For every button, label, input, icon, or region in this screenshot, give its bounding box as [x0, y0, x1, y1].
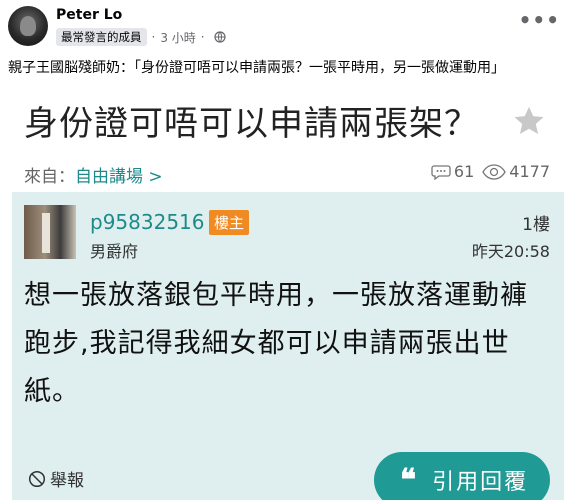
- post-content: 想一張放落銀包平時用，一張放落運動褲跑步,我記得我細女都可以申請兩張出世紙。: [24, 280, 528, 407]
- owner-tag: 樓主: [209, 210, 250, 235]
- board-source: 來自：自由講場 >: [24, 162, 163, 187]
- quote-reply-label: 引用回覆: [432, 470, 529, 495]
- avatar[interactable]: [8, 6, 48, 46]
- forum-title-card: 身份證可唔可以申請兩張架？ 來自：自由講場 > 61 4177: [12, 84, 564, 192]
- star-icon: [512, 104, 546, 138]
- user-avatar: [24, 205, 76, 259]
- author-name[interactable]: Peter Lo: [56, 7, 122, 23]
- forum-screenshot[interactable]: 身份證可唔可以申請兩張架？ 來自：自由講場 > 61 4177 p9583251…: [12, 84, 564, 500]
- post-caption: 親子王國脳殘師奶：「身份證可唔可以申請兩張？一張平時用，另一張做運動用」: [8, 60, 505, 76]
- thread-stats: 61 4177: [431, 162, 550, 181]
- post-meta: 最常發言的成員 · 3 小時 ·: [56, 28, 226, 46]
- post-username: p95832516: [90, 210, 205, 234]
- comment-count: 61: [453, 162, 475, 181]
- globe-icon: [214, 31, 226, 43]
- report-link: 舉報: [28, 466, 84, 491]
- report-label: 舉報: [50, 471, 84, 491]
- from-label: 來自：: [24, 167, 75, 187]
- post-time[interactable]: 3 小時: [160, 29, 195, 46]
- post-header: Peter Lo 最常發言的成員 · 3 小時 · •••: [0, 0, 576, 58]
- floor-number: 1樓: [522, 215, 550, 235]
- member-badge: 最常發言的成員: [56, 28, 147, 46]
- post-timestamp: 昨天20:58: [471, 242, 550, 261]
- meta-separator-2: ·: [200, 30, 205, 44]
- forbidden-icon: [28, 470, 46, 487]
- view-count: 4177: [509, 162, 550, 181]
- comment-icon: [431, 164, 451, 180]
- more-icon[interactable]: •••: [519, 8, 560, 32]
- quote-icon: ❝: [400, 462, 419, 498]
- eye-icon: [482, 163, 507, 180]
- board-link: 自由講場 >: [75, 167, 163, 187]
- user-rank: 男爵府: [90, 242, 139, 261]
- meta-separator: ·: [151, 30, 156, 44]
- thread-title: 身份證可唔可以申請兩張架？: [24, 104, 479, 144]
- first-post: p95832516 樓主 男爵府 1樓 昨天20:58 想一張放落銀包平時用，一…: [12, 194, 564, 500]
- quote-reply-button: ❝ 引用回覆: [374, 452, 550, 500]
